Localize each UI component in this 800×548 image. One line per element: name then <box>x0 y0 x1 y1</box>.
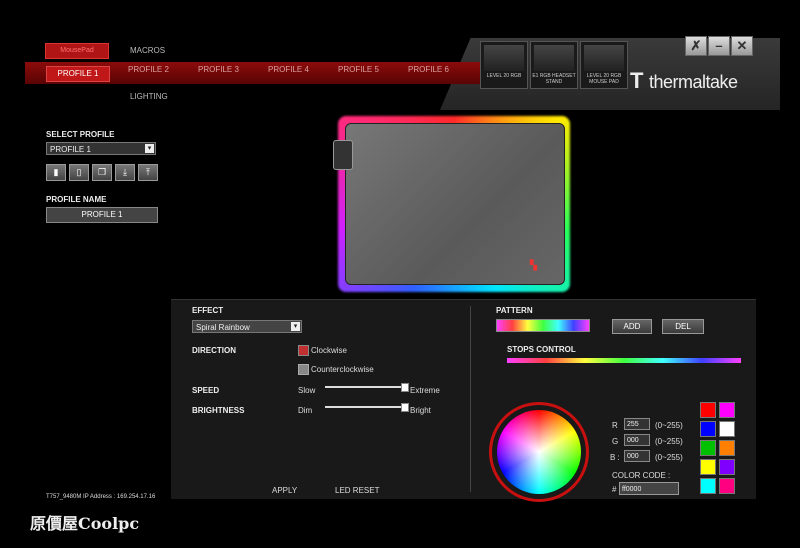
color-swatch[interactable] <box>700 421 716 437</box>
del-button[interactable]: DEL <box>662 319 704 334</box>
speed-label: SPEED <box>192 386 220 395</box>
color-swatch[interactable] <box>700 478 716 494</box>
new-profile-button[interactable]: ▮ <box>46 164 66 181</box>
tab-profile-5[interactable]: PROFILE 5 <box>338 65 379 74</box>
speed-min-label: Slow <box>298 386 316 395</box>
hash-label: # <box>612 485 617 494</box>
wrench-icon: ✗ <box>690 38 702 53</box>
speed-slider[interactable] <box>325 386 405 388</box>
minimize-icon: – <box>715 38 723 53</box>
pattern-preview[interactable] <box>496 319 590 332</box>
counterclockwise-radio[interactable] <box>298 364 309 375</box>
tab-profile-2[interactable]: PROFILE 2 <box>128 65 169 74</box>
color-swatch[interactable] <box>719 478 735 494</box>
device-thumb-mousepad[interactable]: LEVEL 20 RGB MOUSE PAD <box>580 41 628 89</box>
ip-address-text: T757_9480M IP Address : 169.254.17.16 <box>46 494 156 500</box>
panel-divider <box>470 306 471 492</box>
g-input[interactable]: 000 <box>624 434 650 446</box>
led-reset-button[interactable]: LED RESET <box>335 486 379 495</box>
select-profile-dropdown[interactable]: PROFILE 1 ▾ <box>46 142 156 155</box>
tab-profile-3[interactable]: PROFILE 3 <box>198 65 239 74</box>
copy-icon: ❐ <box>97 167 107 177</box>
mousepad-icon <box>584 45 624 71</box>
brightness-label: BRIGHTNESS <box>192 406 245 415</box>
b-input[interactable]: 000 <box>624 450 650 462</box>
copy-profile-button[interactable]: ❐ <box>92 164 112 181</box>
chevron-down-icon: ▾ <box>291 322 300 331</box>
tab-profile-6[interactable]: PROFILE 6 <box>408 65 449 74</box>
apply-button[interactable]: APPLY <box>272 486 297 495</box>
speed-max-label: Extreme <box>410 386 440 395</box>
profile-name-label: PROFILE NAME <box>46 195 107 204</box>
add-button[interactable]: ADD <box>612 319 652 334</box>
brightness-slider-handle[interactable] <box>401 403 409 412</box>
header: MousePad MACROS PROFILE 1 PROFILE 2 PROF… <box>0 36 800 118</box>
brightness-slider[interactable] <box>325 406 405 408</box>
effect-dropdown[interactable]: Spiral Rainbow ▾ <box>192 320 302 333</box>
download-icon: ⤓ <box>123 167 127 177</box>
profile-name-field[interactable]: PROFILE 1 <box>46 207 158 223</box>
stops-control-label: STOPS CONTROL <box>507 345 576 354</box>
r-label: R <box>612 421 618 430</box>
device-thumb-headset-stand[interactable]: E1 RGB HEADSET STAND <box>530 41 578 89</box>
device-tab-mousepad[interactable]: MousePad <box>45 43 109 59</box>
b-range: (0~255) <box>655 453 683 462</box>
keyboard-icon <box>484 45 524 71</box>
nav-lighting[interactable]: LIGHTING <box>130 92 168 101</box>
stops-control-bar[interactable] <box>507 358 741 363</box>
close-button[interactable]: ✕ <box>731 36 753 56</box>
brightness-max-label: Bright <box>410 406 431 415</box>
color-swatch[interactable] <box>700 402 716 418</box>
color-swatch[interactable] <box>700 459 716 475</box>
brightness-min-label: Dim <box>298 406 313 415</box>
counterclockwise-label: Counterclockwise <box>311 365 374 374</box>
mousepad-logo-icon: ▚ <box>530 260 537 270</box>
tab-profile-4[interactable]: PROFILE 4 <box>268 65 309 74</box>
nav-macros[interactable]: MACROS <box>130 46 165 55</box>
settings-button[interactable]: ✗ <box>685 36 707 56</box>
mousepad-connector <box>333 140 353 170</box>
color-swatch[interactable] <box>719 402 735 418</box>
r-range: (0~255) <box>655 421 683 430</box>
color-swatch[interactable] <box>700 440 716 456</box>
watermark-text: 原價屋Coolpc <box>30 514 140 533</box>
import-profile-button[interactable]: ⤓ <box>115 164 135 181</box>
select-profile-label: SELECT PROFILE <box>46 130 115 139</box>
color-swatch[interactable] <box>719 421 735 437</box>
color-code-label: COLOR CODE : <box>612 471 671 480</box>
color-code-input[interactable]: ff0000 <box>619 482 679 495</box>
r-input[interactable]: 255 <box>624 418 650 430</box>
color-swatch[interactable] <box>719 440 735 456</box>
headset-stand-icon <box>534 45 574 71</box>
chevron-down-icon: ▾ <box>145 144 154 153</box>
close-icon: ✕ <box>736 38 748 53</box>
tab-profile-1[interactable]: PROFILE 1 <box>46 66 110 82</box>
clockwise-label: Clockwise <box>311 346 348 355</box>
trash-icon: ▯ <box>76 167 82 177</box>
b-label: B : <box>610 453 620 462</box>
direction-label: DIRECTION <box>192 346 236 355</box>
file-icon: ▮ <box>53 167 59 177</box>
upload-icon: ⤒ <box>146 167 150 177</box>
speed-slider-handle[interactable] <box>401 383 409 392</box>
color-swatch[interactable] <box>719 459 735 475</box>
color-wheel[interactable] <box>497 410 581 494</box>
pattern-label: PATTERN <box>496 306 533 315</box>
minimize-button[interactable]: – <box>708 36 730 56</box>
brand-logo: Tthermaltake <box>630 68 738 93</box>
delete-profile-button[interactable]: ▯ <box>69 164 89 181</box>
clockwise-radio[interactable] <box>298 345 309 356</box>
thermaltake-logo-icon: T <box>630 68 643 93</box>
export-profile-button[interactable]: ⤒ <box>138 164 158 181</box>
g-label: G <box>612 437 619 446</box>
effect-label: EFFECT <box>192 306 224 315</box>
device-thumb-keyboard[interactable]: LEVEL 20 RGB <box>480 41 528 89</box>
g-range: (0~255) <box>655 437 683 446</box>
